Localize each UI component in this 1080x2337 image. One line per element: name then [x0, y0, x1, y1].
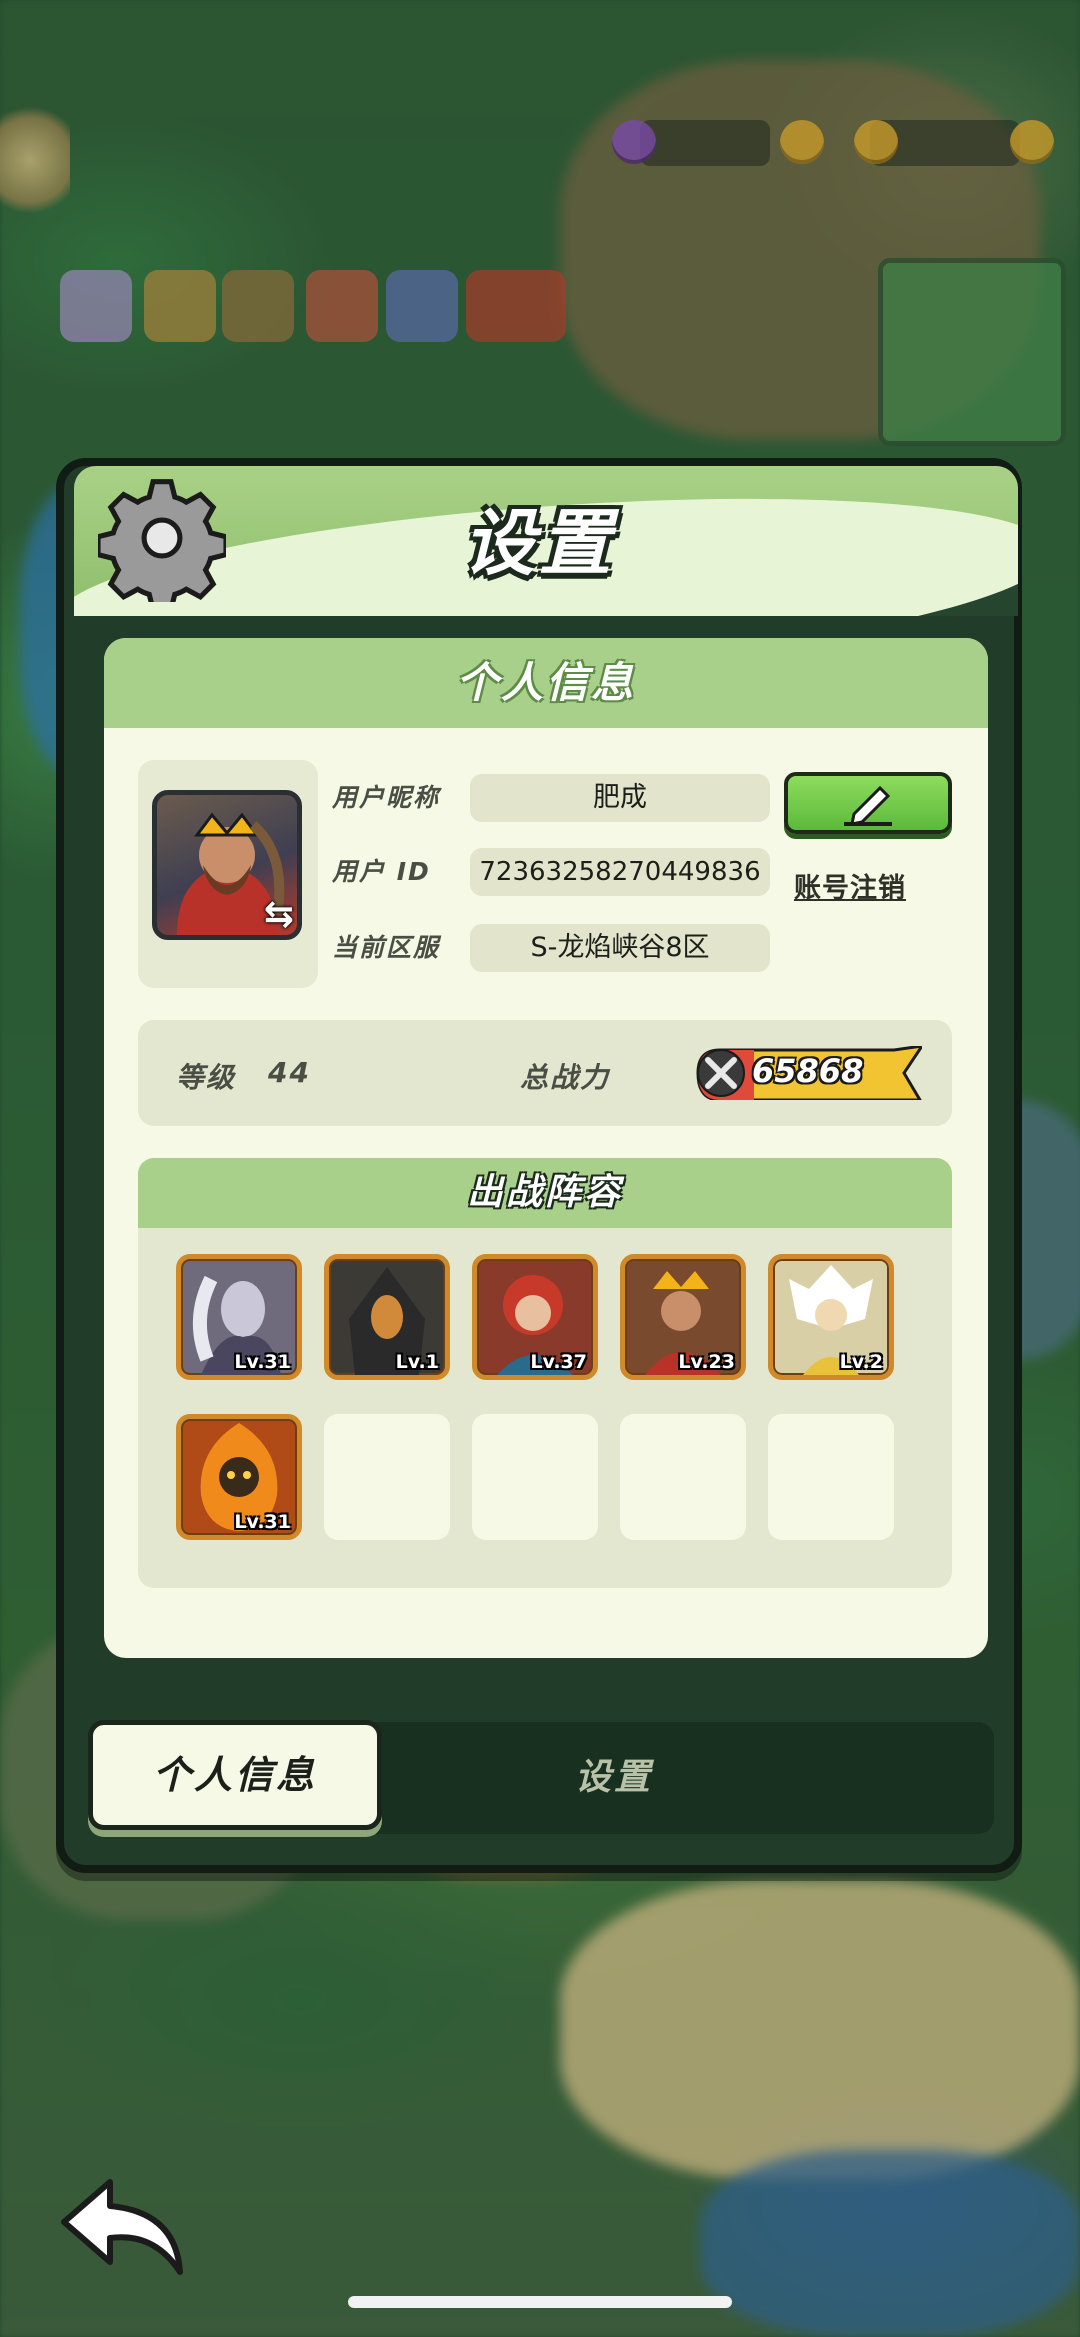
swap-icon[interactable]: ⇆: [256, 892, 302, 938]
pass-icon[interactable]: [386, 270, 458, 342]
gold-coin-icon: [854, 120, 898, 164]
minimap[interactable]: [878, 258, 1066, 446]
lineup-header: 出战阵容: [138, 1158, 952, 1228]
chest-icon[interactable]: [222, 270, 294, 342]
server-field: S-龙焰峡谷8区: [470, 924, 770, 972]
server-label: 当前区服: [332, 933, 441, 962]
nickname-label: 用户昵称: [332, 783, 441, 812]
hero-level: Lv.1: [395, 1351, 439, 1373]
crossed-swords-icon: [697, 1049, 745, 1097]
nickname-field: 肥成: [470, 774, 770, 822]
empty-hero-slot[interactable]: [768, 1414, 894, 1540]
hero-slot[interactable]: Lv.31: [176, 1254, 302, 1380]
hero-slot[interactable]: Lv.2: [768, 1254, 894, 1380]
home-indicator[interactable]: [348, 2296, 732, 2308]
cancel-account-link[interactable]: 账号注销: [794, 866, 906, 905]
gem-icon: [612, 120, 656, 164]
hero-slot[interactable]: Lv.1: [324, 1254, 450, 1380]
back-arrow-icon[interactable]: [58, 2176, 188, 2276]
hero-slot[interactable]: Lv.23: [620, 1254, 746, 1380]
power-badge: 65868: [694, 1044, 926, 1102]
player-avatar-hud[interactable]: [0, 100, 70, 225]
hero-level: Lv.2: [839, 1351, 883, 1373]
profile-header: 个人信息: [104, 638, 988, 728]
gold-add-icon[interactable]: [1010, 120, 1054, 164]
level-label: 等级: [176, 1061, 237, 1094]
gem-counter: [640, 120, 770, 166]
battle-icon[interactable]: [466, 270, 566, 342]
settings-dialog: 设置 个人信息 ⇆ 用户昵称 肥成 用户 ID 7236325827044983…: [56, 458, 1022, 1873]
stats-row: 等级 44 总战力 65868: [138, 1020, 952, 1126]
empty-hero-slot[interactable]: [472, 1414, 598, 1540]
power-value: 65868: [752, 1052, 864, 1090]
hero-level: Lv.37: [530, 1351, 587, 1373]
gift-icon[interactable]: [306, 270, 378, 342]
hero-level: Lv.31: [234, 1511, 291, 1533]
user-id-field: 7236325827044983­6: [470, 848, 770, 896]
tab-profile[interactable]: 个人信息: [88, 1720, 382, 1830]
edit-nickname-button[interactable]: [784, 772, 952, 834]
hero-slot[interactable]: Lv.31: [176, 1414, 302, 1540]
battle-lineup: 出战阵容 Lv.31 Lv.1 Lv.37 Lv.23 Lv.2 Lv.31: [138, 1158, 952, 1588]
gem-add-icon[interactable]: [780, 120, 824, 164]
level-value: 44: [268, 1056, 311, 1089]
shop-icon[interactable]: [144, 270, 216, 342]
hero-slot[interactable]: Lv.37: [472, 1254, 598, 1380]
hero-level: Lv.23: [678, 1351, 735, 1373]
profile-card: 个人信息 ⇆ 用户昵称 肥成 用户 ID 723632582704498: [104, 638, 988, 1658]
tab-settings[interactable]: 设置: [454, 1728, 774, 1828]
event-icon[interactable]: [60, 270, 132, 342]
dialog-title: 设置: [462, 501, 615, 585]
hero-level: Lv.31: [234, 1351, 291, 1373]
power-label: 总战力: [520, 1061, 611, 1094]
empty-hero-slot[interactable]: [620, 1414, 746, 1540]
empty-hero-slot[interactable]: [324, 1414, 450, 1540]
pencil-icon: [844, 785, 892, 826]
user-id-label: 用户 ID: [332, 857, 431, 886]
avatar-frame[interactable]: ⇆: [138, 760, 318, 988]
